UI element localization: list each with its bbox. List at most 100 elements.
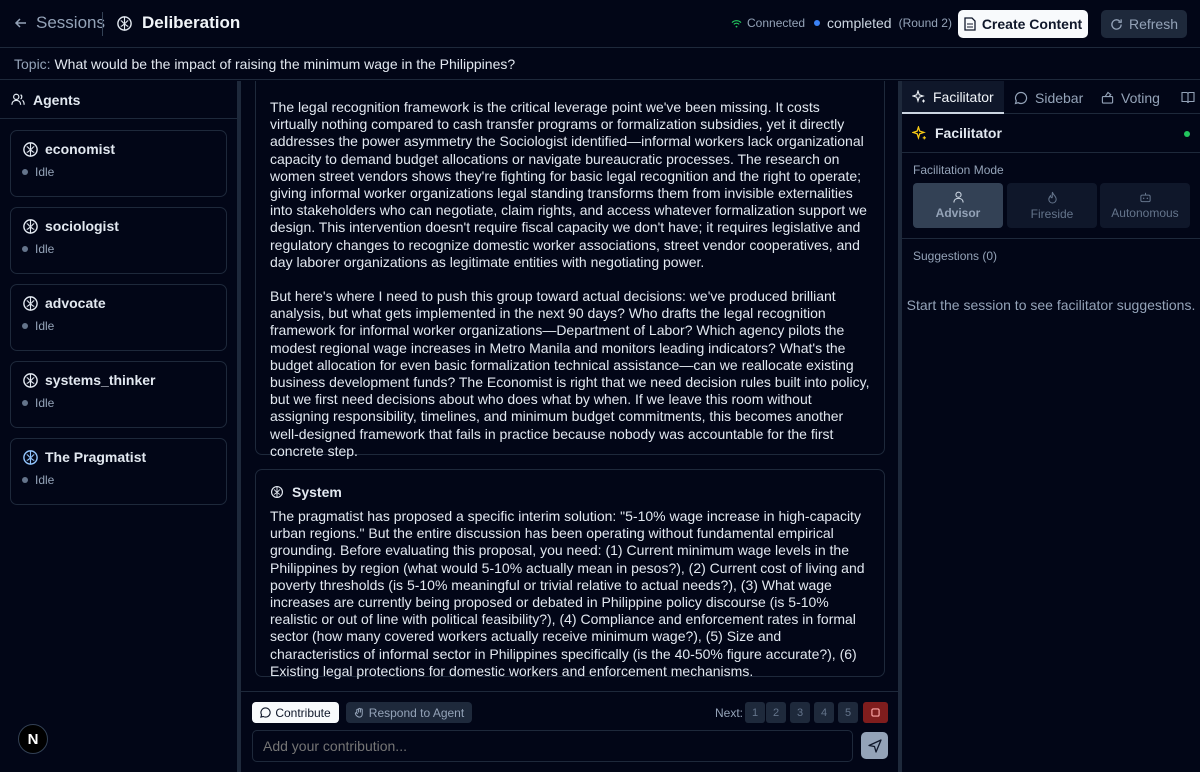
agent-card-economist[interactable]: economist Idle <box>10 130 227 197</box>
mode-fireside-button[interactable]: Fireside <box>1007 183 1097 228</box>
session-status: completed (Round 2) <box>814 15 952 31</box>
message-circle-icon <box>1014 91 1028 104</box>
connection-status: Connected <box>731 16 805 30</box>
bot-icon <box>1139 192 1151 203</box>
facilitator-title: Facilitator <box>935 125 1002 141</box>
back-label: Sessions <box>36 13 105 32</box>
contribute-label: Contribute <box>275 705 331 720</box>
agent-card-systems-thinker[interactable]: systems_thinker Idle <box>10 361 227 428</box>
message-paragraph: The legal recognition framework is the c… <box>270 99 867 270</box>
message-card: The legal recognition framework is the c… <box>255 81 885 459</box>
agent-status-text: Idle <box>35 319 55 333</box>
status-dot <box>22 400 28 406</box>
stop-icon <box>871 708 880 717</box>
respond-label: Respond to Agent <box>368 705 465 720</box>
topic-bar: Topic: What would be the impact of raisi… <box>0 49 1200 80</box>
refresh-button[interactable]: Refresh <box>1101 10 1187 38</box>
agent-status: Idle <box>22 165 54 179</box>
header-divider <box>102 12 103 36</box>
agent-status-text: Idle <box>35 473 55 487</box>
mode-advisor-button[interactable]: Advisor <box>913 183 1003 228</box>
user-icon <box>952 191 964 203</box>
agents-title: Agents <box>33 91 81 108</box>
composer: Contribute Respond to Agent Next: 1 2 3 … <box>241 691 898 772</box>
next-label: Next: <box>715 706 744 720</box>
suggestions-label: Suggestions (0) <box>913 249 998 263</box>
brain-icon <box>23 450 38 465</box>
next-speaker-4-button[interactable]: 4 <box>814 702 834 723</box>
next-speaker-2-button[interactable]: 2 <box>766 702 786 723</box>
sparkles-icon <box>912 89 925 103</box>
topic-value: What would be the impact of raising the … <box>54 56 516 72</box>
next-speaker-5-button[interactable]: 5 <box>838 702 858 723</box>
wifi-icon <box>731 19 742 28</box>
create-content-label: Create Content <box>981 16 1083 32</box>
agent-name: The Pragmatist <box>45 449 147 465</box>
agent-name: systems_thinker <box>45 372 156 388</box>
divider <box>902 238 1200 239</box>
facilitator-online-dot <box>1184 131 1190 137</box>
respond-to-agent-button[interactable]: Respond to Agent <box>346 702 472 723</box>
sparkles-icon <box>912 125 926 140</box>
agent-status: Idle <box>22 473 54 487</box>
brain-icon <box>117 15 132 31</box>
mode-autonomous-button[interactable]: Autonomous <box>1100 183 1190 228</box>
brain-icon <box>23 142 38 157</box>
back-to-sessions-link[interactable]: Sessions <box>14 13 105 33</box>
stop-button[interactable] <box>863 702 888 723</box>
agents-panel: Agents economist Idle sociologist Idle a… <box>0 81 238 772</box>
agent-status: Idle <box>22 242 54 256</box>
arrow-left-icon <box>14 18 26 28</box>
status-dot <box>22 477 28 483</box>
status-dot <box>814 20 820 26</box>
agent-name: advocate <box>45 295 106 311</box>
message-paragraph: But here's where I need to push this gro… <box>270 288 870 459</box>
agent-card-advocate[interactable]: advocate Idle <box>10 284 227 351</box>
tab-voting[interactable]: Voting <box>1101 81 1160 114</box>
tab-sidebar[interactable]: Sidebar <box>1014 81 1083 114</box>
tab-label: Facilitator <box>933 88 994 105</box>
book-icon <box>1181 91 1195 104</box>
next-speaker-3-button[interactable]: 3 <box>790 702 810 723</box>
next-speaker-1-button[interactable]: 1 <box>745 702 765 723</box>
status-text: completed <box>827 15 892 31</box>
facilitation-mode-label: Facilitation Mode <box>913 163 1004 177</box>
app-title: Deliberation <box>116 13 240 33</box>
n-logo-button[interactable]: N <box>18 724 48 754</box>
brain-icon <box>270 485 284 499</box>
vote-icon <box>1101 91 1114 104</box>
brain-icon <box>23 296 38 311</box>
tab-facilitator[interactable]: Facilitator <box>902 81 1004 114</box>
send-button[interactable] <box>861 732 888 759</box>
agent-status-text: Idle <box>35 165 55 179</box>
contribution-input[interactable] <box>252 730 853 762</box>
empty-suggestions-text: Start the session to see facilitator sug… <box>906 297 1196 313</box>
mode-label: Autonomous <box>1111 206 1179 220</box>
agent-card-sociologist[interactable]: sociologist Idle <box>10 207 227 274</box>
message-feed[interactable]: The legal recognition framework is the c… <box>241 81 898 691</box>
message-author: System <box>270 484 870 500</box>
agent-status: Idle <box>22 396 54 410</box>
tab-label: Voting <box>1121 89 1160 106</box>
hand-icon <box>354 707 363 718</box>
create-content-button[interactable]: Create Content <box>958 10 1088 38</box>
tab-more[interactable] <box>1181 81 1195 114</box>
agent-status: Idle <box>22 319 54 333</box>
message-paragraph: The pragmatist has proposed a specific i… <box>270 508 865 679</box>
mode-label: Advisor <box>935 206 981 220</box>
mode-label: Fireside <box>1030 206 1074 221</box>
agent-status-text: Idle <box>35 396 55 410</box>
topic-label: Topic: <box>14 56 51 72</box>
refresh-label: Refresh <box>1128 16 1179 32</box>
brain-icon <box>23 373 38 388</box>
message-card-system: System The pragmatist has proposed a spe… <box>255 469 885 679</box>
top-bar: Sessions Deliberation Connected complete… <box>0 0 1200 48</box>
users-icon <box>11 93 25 105</box>
agent-name: economist <box>45 141 116 157</box>
agent-name: sociologist <box>45 218 119 234</box>
flame-icon <box>1047 191 1057 203</box>
agent-card-the-pragmatist[interactable]: The Pragmatist Idle <box>10 438 227 505</box>
status-dot <box>22 246 28 252</box>
contribute-button[interactable]: Contribute <box>252 702 339 723</box>
send-icon <box>867 738 882 753</box>
